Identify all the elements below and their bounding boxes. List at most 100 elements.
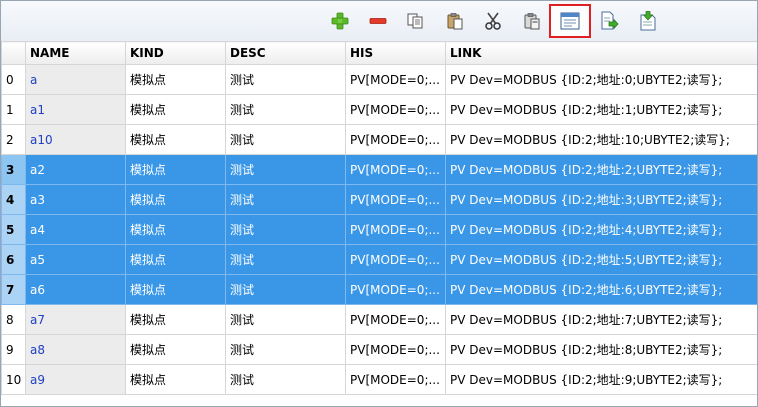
row-index-cell[interactable]: 5 [1,214,26,245]
table-row[interactable]: 2 a10 模拟点 测试 PV[MODE=0;... PV Dev=MODBUS {ID:… [1,124,757,155]
name-cell[interactable]: a8 [25,334,126,365]
kind-cell[interactable]: 模拟点 [125,124,226,155]
his-cell[interactable]: PV[MODE=0;... [345,274,446,305]
link-cell[interactable]: PV Dev=MODBUS {ID:2;地址:8;UBYTE2;读写}; [445,334,757,365]
desc-cell[interactable]: 测试 [225,304,346,335]
delete-button[interactable] [364,7,392,35]
his-cell[interactable]: PV[MODE=0;... [345,154,446,185]
his-cell[interactable]: PV[MODE=0;... [345,304,446,335]
table-row[interactable]: 5 a4 模拟点 测试 PV[MODE=0;... PV Dev=MODBUS {ID:2… [1,214,757,245]
name-cell[interactable]: a [25,64,126,95]
export-button[interactable] [595,7,623,35]
name-cell[interactable]: a4 [25,214,126,245]
link-cell[interactable]: PV Dev=MODBUS {ID:2;地址:3;UBYTE2;读写}; [445,184,757,215]
col-header-link[interactable]: LINK [445,41,757,65]
name-cell[interactable]: a3 [25,184,126,215]
table-row[interactable]: 4 a3 模拟点 测试 PV[MODE=0;... PV Dev=MODBUS {ID:2… [1,184,757,215]
desc-cell[interactable]: 测试 [225,364,346,395]
grid-header-row: NAME KIND DESC HIS LINK [1,41,757,65]
table-row[interactable]: 10 a9 模拟点 测试 PV[MODE=0;... PV Dev=MODBUS {ID:… [1,364,757,395]
scissors-icon [485,12,501,30]
link-cell[interactable]: PV Dev=MODBUS {ID:2;地址:1;UBYTE2;读写}; [445,94,757,125]
col-header-his[interactable]: HIS [345,41,446,65]
paste-button[interactable] [441,7,469,35]
desc-cell[interactable]: 测试 [225,154,346,185]
link-cell[interactable]: PV Dev=MODBUS {ID:2;地址:0;UBYTE2;读写}; [445,64,757,95]
col-header-desc[interactable]: DESC [225,41,346,65]
name-cell[interactable]: a7 [25,304,126,335]
row-index-cell[interactable]: 6 [1,244,26,275]
his-cell[interactable]: PV[MODE=0;... [345,94,446,125]
table-row[interactable]: 8 a7 模拟点 测试 PV[MODE=0;... PV Dev=MODBUS {ID:2… [1,304,757,335]
his-cell[interactable]: PV[MODE=0;... [345,334,446,365]
row-index-cell[interactable]: 4 [1,184,26,215]
form-window-icon [560,12,580,30]
link-cell[interactable]: PV Dev=MODBUS {ID:2;地址:4;UBYTE2;读写}; [445,214,757,245]
name-cell[interactable]: a1 [25,94,126,125]
row-index-cell[interactable]: 7 [1,274,26,305]
desc-cell[interactable]: 测试 [225,64,346,95]
table-row[interactable]: 1 a1 模拟点 测试 PV[MODE=0;... PV Dev=MODBUS {ID:2… [1,94,757,125]
table-row[interactable]: 7 a6 模拟点 测试 PV[MODE=0;... PV Dev=MODBUS {ID:2… [1,274,757,305]
his-cell[interactable]: PV[MODE=0;... [345,364,446,395]
link-cell[interactable]: PV Dev=MODBUS {ID:2;地址:10;UBYTE2;读写}; [445,124,757,155]
paste-icon [447,13,463,30]
kind-cell[interactable]: 模拟点 [125,304,226,335]
link-cell[interactable]: PV Dev=MODBUS {ID:2;地址:7;UBYTE2;读写}; [445,304,757,335]
col-header-index[interactable] [1,41,26,65]
his-cell[interactable]: PV[MODE=0;... [345,184,446,215]
plus-icon [331,12,349,30]
batch-edit-button[interactable] [549,4,591,38]
clipboard-icon [524,13,540,30]
his-cell[interactable]: PV[MODE=0;... [345,214,446,245]
kind-cell[interactable]: 模拟点 [125,334,226,365]
row-index-cell[interactable]: 2 [1,124,26,155]
cut-button[interactable] [479,7,507,35]
his-cell[interactable]: PV[MODE=0;... [345,124,446,155]
row-index-cell[interactable]: 8 [1,304,26,335]
kind-cell[interactable]: 模拟点 [125,154,226,185]
desc-cell[interactable]: 测试 [225,94,346,125]
link-cell[interactable]: PV Dev=MODBUS {ID:2;地址:5;UBYTE2;读写}; [445,244,757,275]
add-button[interactable] [326,7,354,35]
doc-import-icon [640,11,656,31]
desc-cell[interactable]: 测试 [225,244,346,275]
name-cell[interactable]: a2 [25,154,126,185]
desc-cell[interactable]: 测试 [225,214,346,245]
desc-cell[interactable]: 测试 [225,124,346,155]
paste-special-button[interactable] [518,7,546,35]
link-cell[interactable]: PV Dev=MODBUS {ID:2;地址:6;UBYTE2;读写}; [445,274,757,305]
table-row[interactable]: 3 a2 模拟点 测试 PV[MODE=0;... PV Dev=MODBUS {ID:2… [1,154,757,185]
kind-cell[interactable]: 模拟点 [125,214,226,245]
toolbar [1,1,757,42]
row-index-cell[interactable]: 1 [1,94,26,125]
col-header-kind[interactable]: KIND [125,41,226,65]
kind-cell[interactable]: 模拟点 [125,244,226,275]
desc-cell[interactable]: 测试 [225,274,346,305]
name-cell[interactable]: a6 [25,274,126,305]
name-cell[interactable]: a5 [25,244,126,275]
table-row[interactable]: 9 a8 模拟点 测试 PV[MODE=0;... PV Dev=MODBUS {ID:2… [1,334,757,365]
table-row[interactable]: 0 a 模拟点 测试 PV[MODE=0;... PV Dev=MODBUS {ID:2;… [1,64,757,95]
link-cell[interactable]: PV Dev=MODBUS {ID:2;地址:9;UBYTE2;读写}; [445,364,757,395]
name-cell[interactable]: a10 [25,124,126,155]
row-index-cell[interactable]: 3 [1,154,26,185]
kind-cell[interactable]: 模拟点 [125,364,226,395]
kind-cell[interactable]: 模拟点 [125,94,226,125]
col-header-name[interactable]: NAME [25,41,126,65]
name-cell[interactable]: a9 [25,364,126,395]
kind-cell[interactable]: 模拟点 [125,184,226,215]
desc-cell[interactable]: 测试 [225,184,346,215]
row-index-cell[interactable]: 9 [1,334,26,365]
kind-cell[interactable]: 模拟点 [125,274,226,305]
row-index-cell[interactable]: 0 [1,64,26,95]
kind-cell[interactable]: 模拟点 [125,64,226,95]
row-index-cell[interactable]: 10 [1,364,26,395]
desc-cell[interactable]: 测试 [225,334,346,365]
table-row[interactable]: 6 a5 模拟点 测试 PV[MODE=0;... PV Dev=MODBUS {ID:2… [1,244,757,275]
his-cell[interactable]: PV[MODE=0;... [345,64,446,95]
link-cell[interactable]: PV Dev=MODBUS {ID:2;地址:2;UBYTE2;读写}; [445,154,757,185]
copy-button[interactable] [401,7,429,35]
his-cell[interactable]: PV[MODE=0;... [345,244,446,275]
import-button[interactable] [634,7,662,35]
